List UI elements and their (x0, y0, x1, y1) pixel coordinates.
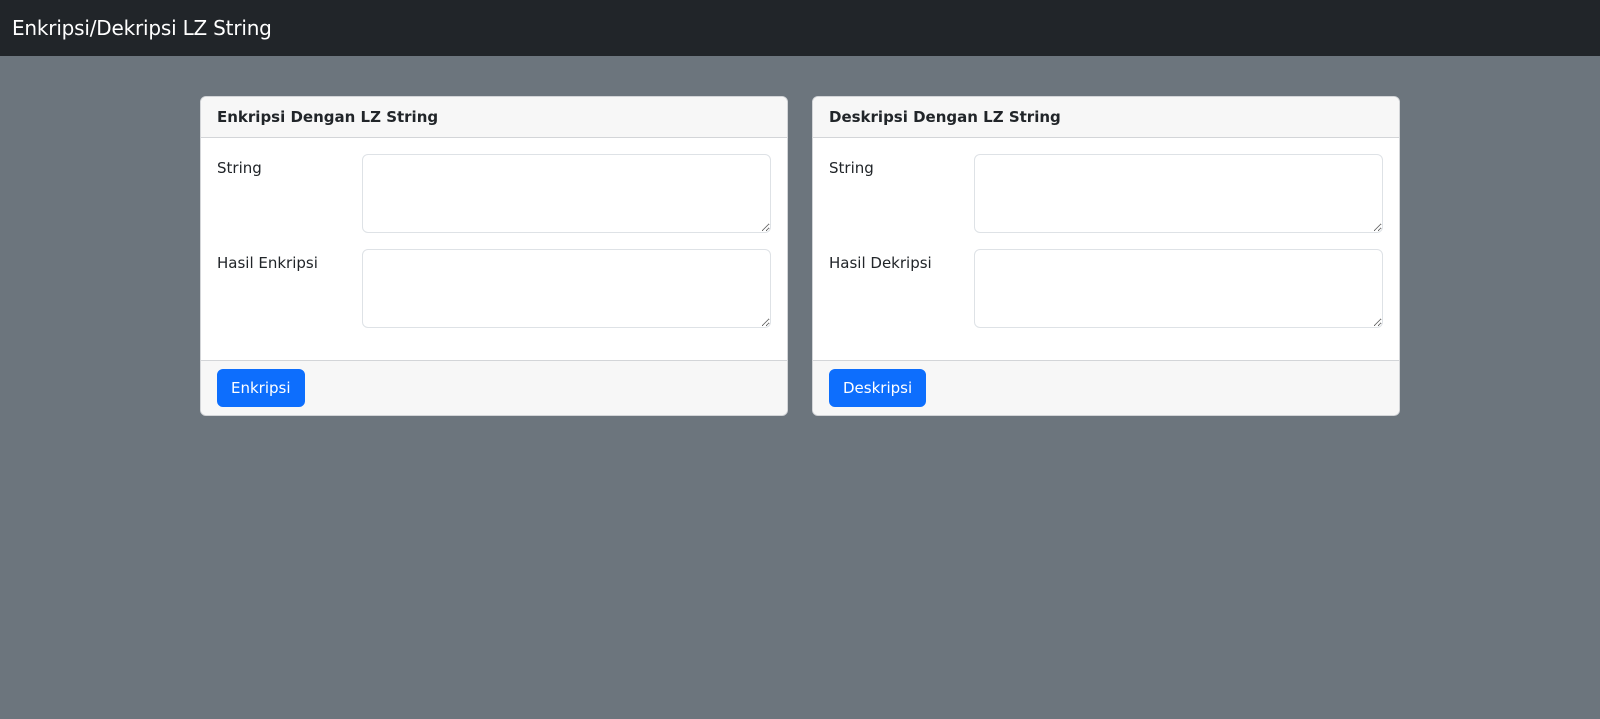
encrypt-card-footer: Enkripsi (201, 360, 787, 415)
main-container: Enkripsi Dengan LZ String String Hasil E… (200, 96, 1400, 416)
encrypt-card-title: Enkripsi Dengan LZ String (217, 108, 439, 126)
encrypt-button[interactable]: Enkripsi (217, 369, 305, 407)
decrypt-result-row: Hasil Dekripsi (829, 249, 1383, 328)
encrypt-card-header: Enkripsi Dengan LZ String (201, 97, 787, 138)
navbar-brand[interactable]: Enkripsi/Dekripsi LZ String (12, 16, 272, 40)
decrypt-card-header: Deskripsi Dengan LZ String (813, 97, 1399, 138)
decrypt-card-footer: Deskripsi (813, 360, 1399, 415)
decrypt-result-label: Hasil Dekripsi (829, 254, 932, 272)
decrypt-string-row: String (829, 154, 1383, 233)
encrypt-string-row: String (217, 154, 771, 233)
encrypt-string-label: String (217, 159, 262, 177)
decrypt-string-label: String (829, 159, 874, 177)
decrypt-button[interactable]: Deskripsi (829, 369, 927, 407)
encrypt-card: Enkripsi Dengan LZ String String Hasil E… (200, 96, 788, 416)
decrypt-result-output[interactable] (974, 249, 1383, 328)
encrypt-result-label: Hasil Enkripsi (217, 254, 318, 272)
encrypt-card-body: String Hasil Enkripsi (201, 138, 787, 360)
decrypt-card-title: Deskripsi Dengan LZ String (829, 108, 1061, 126)
decrypt-string-input[interactable] (974, 154, 1383, 233)
decrypt-card: Deskripsi Dengan LZ String String Hasil … (812, 96, 1400, 416)
decrypt-card-body: String Hasil Dekripsi (813, 138, 1399, 360)
encrypt-result-output[interactable] (362, 249, 771, 328)
encrypt-result-row: Hasil Enkripsi (217, 249, 771, 328)
encrypt-string-input[interactable] (362, 154, 771, 233)
navbar: Enkripsi/Dekripsi LZ String (0, 0, 1600, 56)
